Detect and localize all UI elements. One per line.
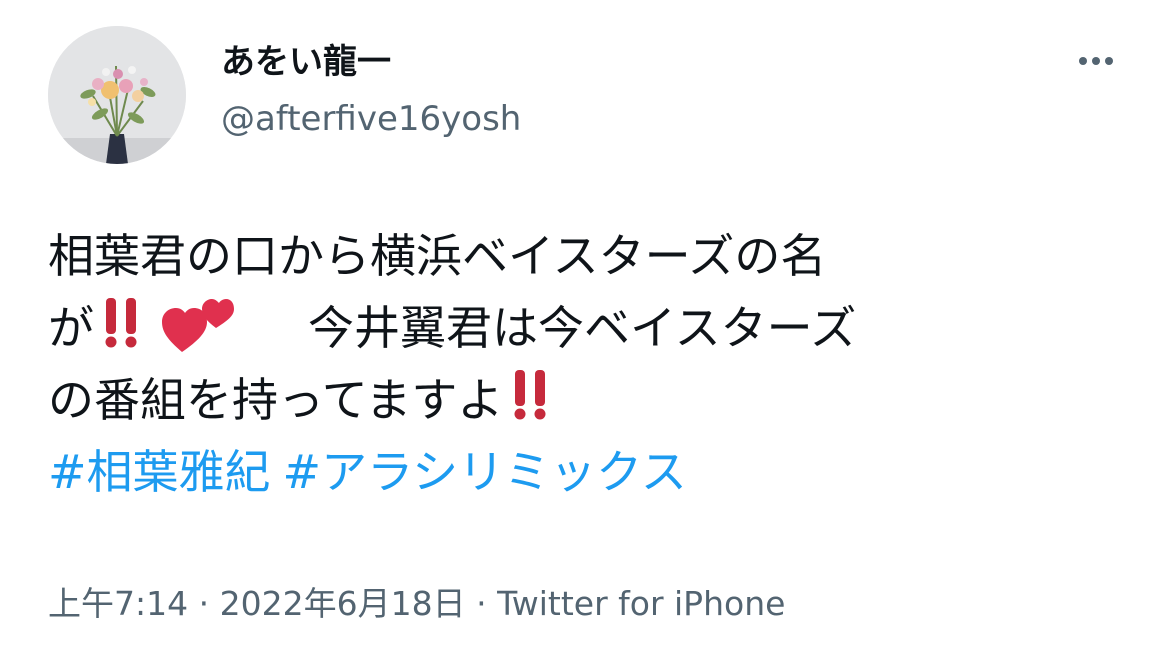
double-exclamation-icon [105, 298, 137, 348]
tweet-meta: 上午7:14 · 2022年6月18日 · Twitter for iPhone [48, 582, 785, 626]
two-hearts-icon [162, 299, 234, 352]
avatar[interactable] [48, 26, 186, 164]
tweet-line-3: の番組を持ってますよ [48, 364, 1128, 436]
tweet-line-3-text: の番組を持ってますよ [48, 373, 504, 427]
more-options-icon[interactable] [1070, 46, 1122, 76]
tweet-line-2-start: が [48, 301, 94, 355]
tweet-source[interactable]: Twitter for iPhone [497, 584, 785, 623]
handle[interactable]: @afterfive16yosh [221, 97, 521, 141]
hashtag-link[interactable]: #アラシリミックス [283, 445, 687, 499]
flower-bouquet-avatar-icon [48, 26, 186, 164]
separator: · [188, 584, 220, 623]
separator: · [465, 584, 498, 623]
hashtags: #相葉雅紀 #アラシリミックス [48, 436, 1128, 508]
more-dot [1092, 57, 1100, 65]
tweet-line-1: 相葉君の口から横浜ベイスターズの名 [48, 229, 827, 283]
tweet-text: 相葉君の口から横浜ベイスターズの名 が 今井翼君は今ベイスターズ の番組を持って… [48, 220, 1128, 508]
hashtag-link[interactable]: #相葉雅紀 [48, 445, 271, 499]
tweet-time[interactable]: 上午7:14 [48, 584, 188, 623]
display-name[interactable]: あをい龍一 [221, 40, 391, 84]
tweet-line-2: が 今井翼君は今ベイスターズ [48, 292, 1128, 364]
more-dot [1105, 57, 1113, 65]
more-dot [1079, 57, 1087, 65]
double-exclamation-icon [514, 370, 546, 420]
tweet-line-2-end: 今井翼君は今ベイスターズ [308, 301, 857, 355]
tweet-date[interactable]: 2022年6月18日 [220, 584, 466, 623]
